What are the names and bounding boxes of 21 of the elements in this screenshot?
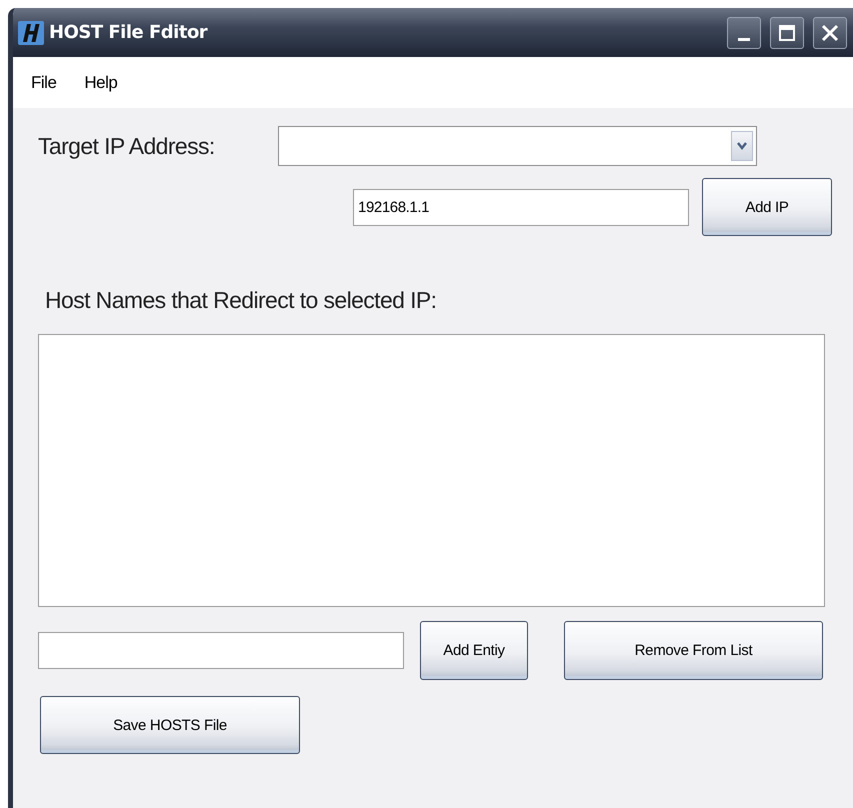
menu-item[interactable]: File (31, 72, 56, 92)
menu-item[interactable]: Help (84, 72, 118, 92)
dropdown-button[interactable] (730, 131, 753, 161)
minimize-button[interactable] (727, 16, 761, 48)
ip-dropdown[interactable] (278, 126, 757, 166)
maximize-button[interactable] (770, 16, 804, 48)
maximize-icon (778, 24, 796, 42)
window-title: HOST File Fditor (49, 22, 208, 43)
add-entry-button[interactable]: Add Entiy (420, 621, 528, 680)
add-ip-button[interactable]: Add IP (702, 178, 832, 236)
close-button[interactable] (813, 16, 847, 48)
ip-input-field[interactable]: 192168.1.1 (353, 188, 689, 226)
remove-button[interactable]: Remove From List (564, 621, 823, 680)
save-button[interactable]: Save HOSTS File (40, 696, 300, 754)
chevron-down-icon (736, 141, 748, 151)
host-entry-field[interactable] (38, 632, 404, 669)
app-logo-icon (17, 20, 45, 46)
host-names-label: Host Names that Redirect to selected IP: (45, 287, 438, 314)
minimize-icon (738, 38, 750, 41)
close-icon (820, 22, 840, 42)
target-ip-label: Target IP Address: (38, 132, 215, 160)
